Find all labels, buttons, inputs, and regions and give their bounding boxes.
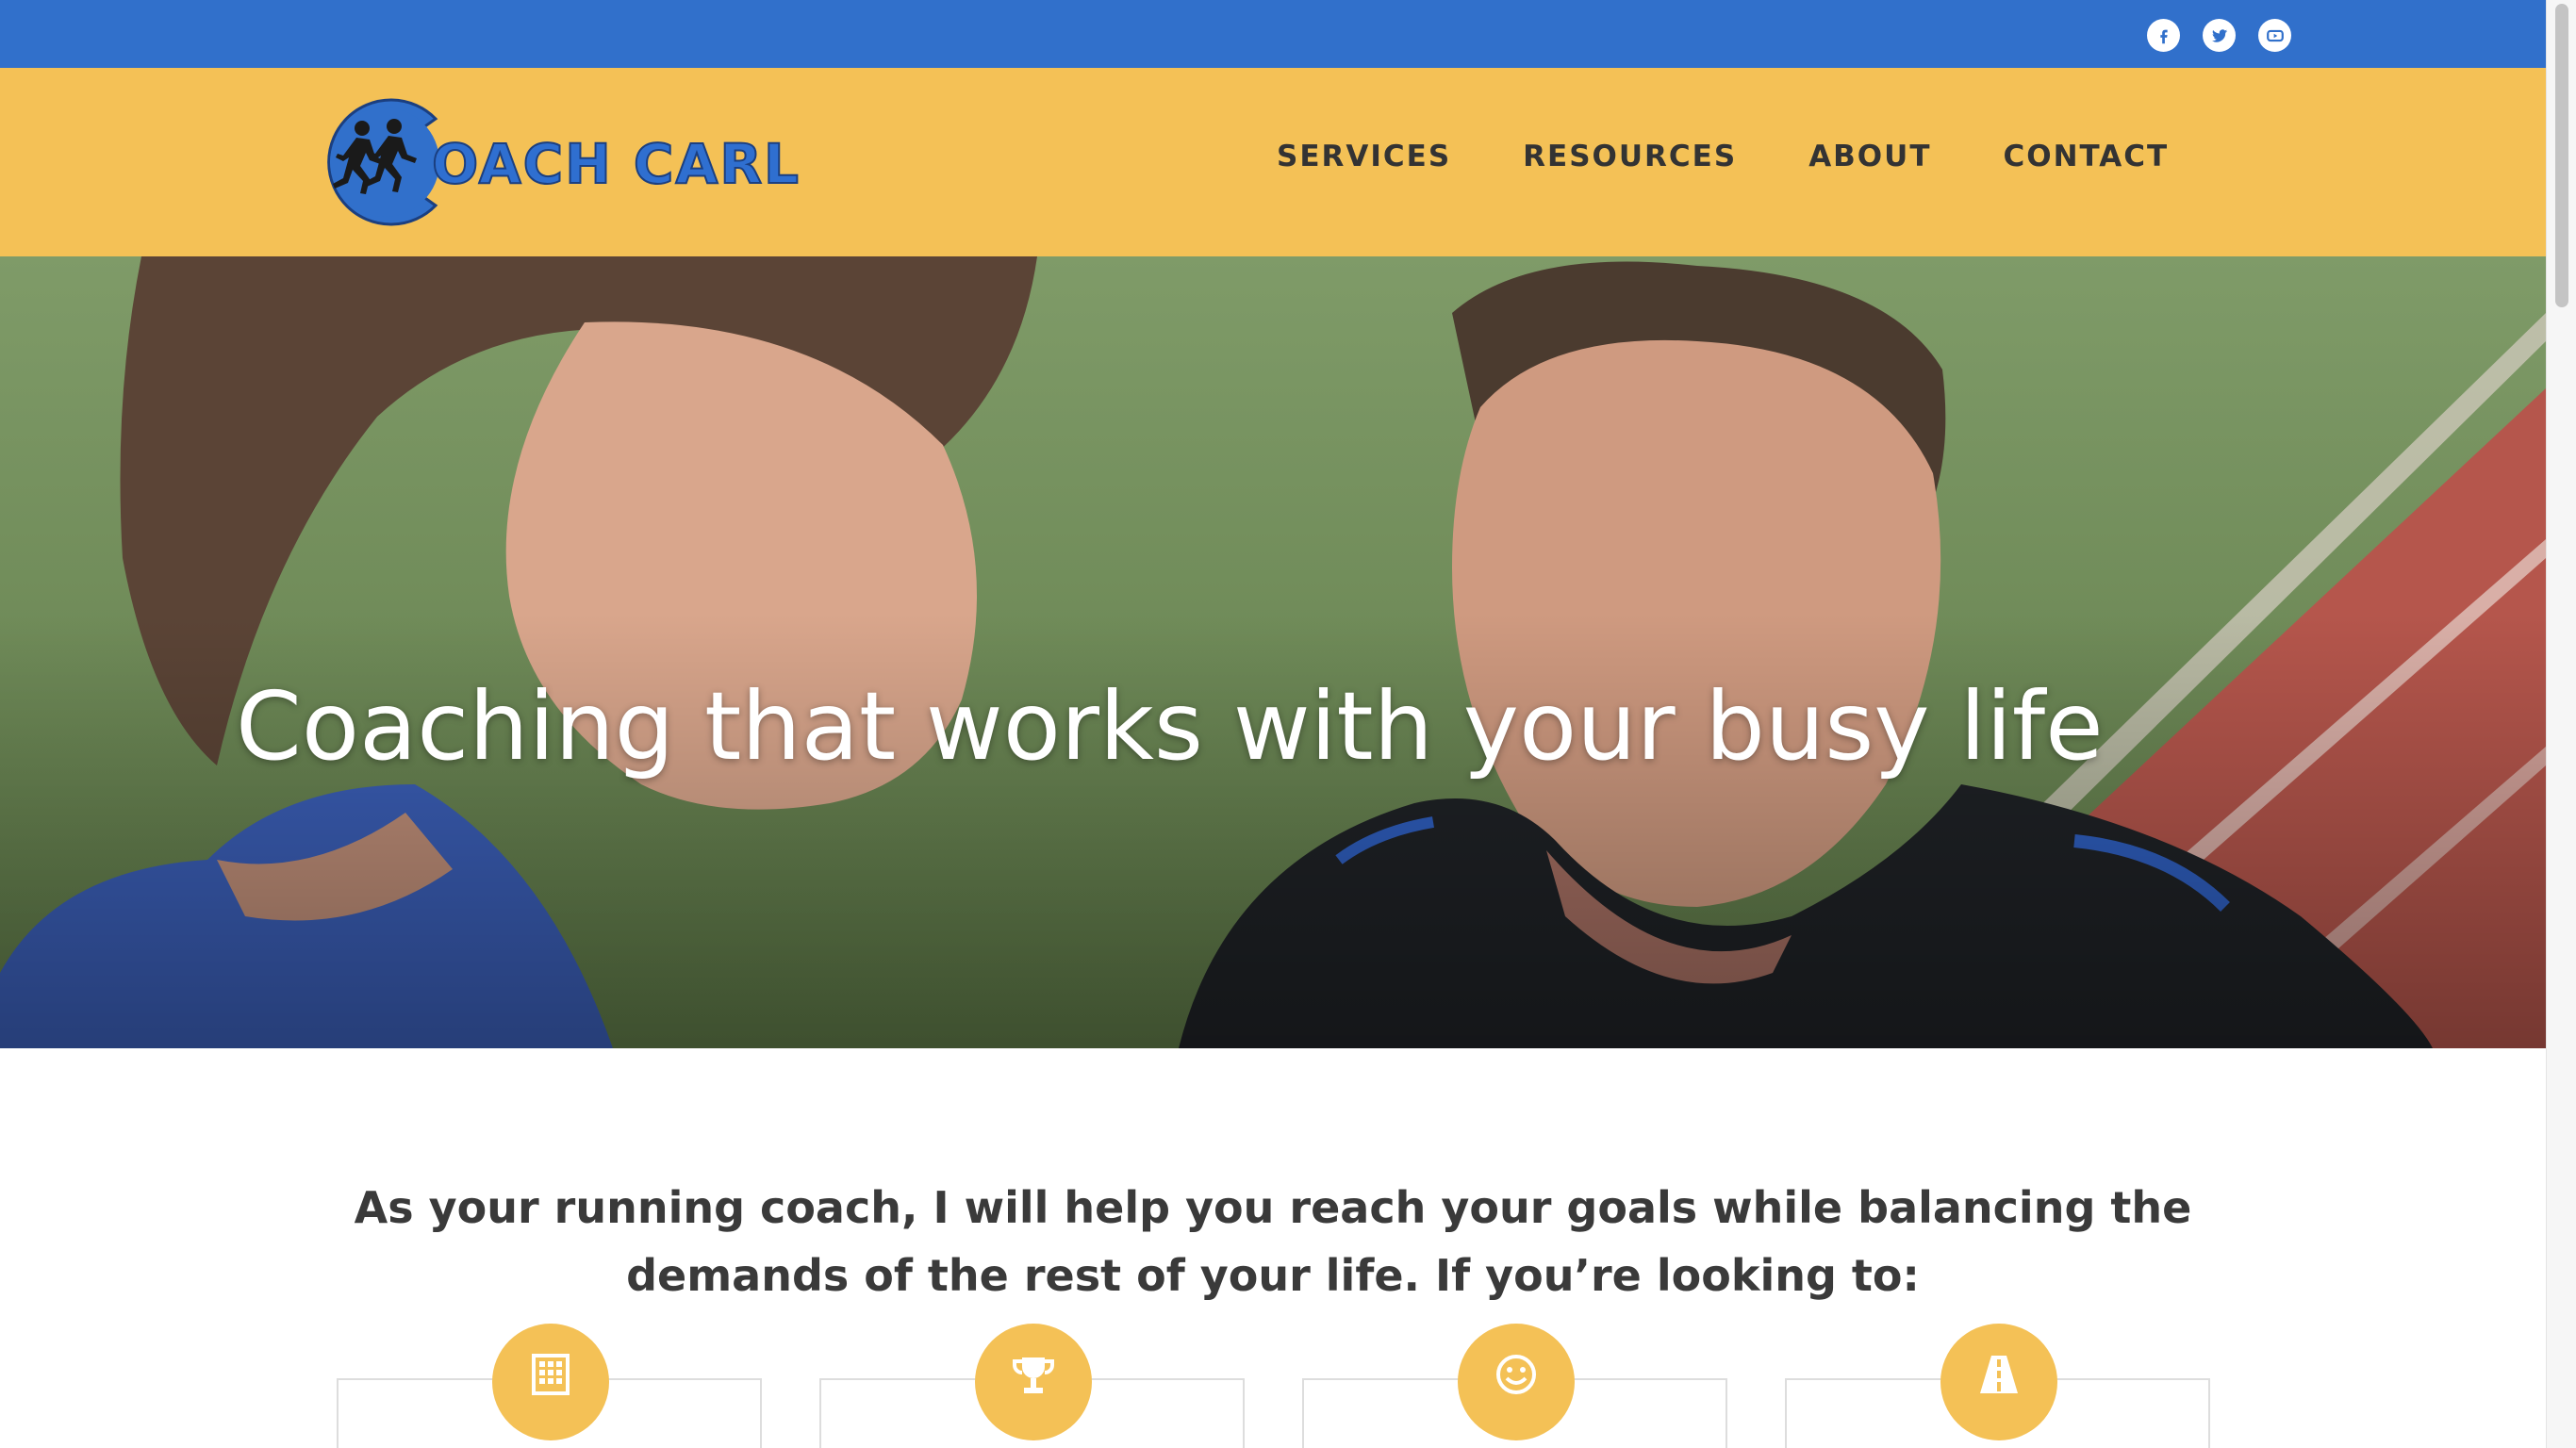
smiley-icon — [1496, 1355, 1536, 1394]
nav-services[interactable]: SERVICES — [1277, 140, 1451, 173]
feature-card[interactable] — [819, 1324, 1245, 1448]
building-icon — [532, 1354, 570, 1395]
card-badge — [492, 1324, 609, 1440]
trophy-icon — [1013, 1358, 1054, 1393]
site-header: OACH CARL SERVICES RESOURCES ABOUT CONTA… — [0, 68, 2546, 256]
logo-text: OACH CARL — [431, 131, 801, 197]
hero-banner: Coaching that works with your busy life — [0, 256, 2546, 1048]
site-logo[interactable]: OACH CARL — [315, 92, 801, 232]
youtube-icon[interactable] — [2258, 19, 2291, 52]
nav-about[interactable]: ABOUT — [1808, 140, 1931, 173]
social-links — [2147, 19, 2291, 52]
top-bar — [0, 0, 2546, 68]
main-nav: SERVICES RESOURCES ABOUT CONTACT — [1277, 140, 2169, 173]
page-scrollbar[interactable] — [2546, 0, 2576, 1448]
card-badge — [1458, 1324, 1575, 1440]
feature-card[interactable] — [1302, 1324, 1727, 1448]
hero-photo — [0, 256, 2546, 1048]
twitter-icon[interactable] — [2203, 19, 2236, 52]
feature-card[interactable] — [1785, 1324, 2210, 1448]
scrollbar-thumb[interactable] — [2555, 4, 2568, 307]
feature-cards — [337, 1324, 2210, 1448]
road-icon — [1980, 1356, 2018, 1393]
card-badge — [975, 1324, 1092, 1440]
nav-contact[interactable]: CONTACT — [2003, 140, 2169, 173]
hero-title: Coaching that works with your busy life — [236, 671, 2104, 782]
facebook-icon[interactable] — [2147, 19, 2180, 52]
card-badge — [1940, 1324, 2057, 1440]
feature-card[interactable] — [337, 1324, 762, 1448]
nav-resources[interactable]: RESOURCES — [1523, 140, 1737, 173]
intro-text: As your running coach, I will help you r… — [354, 1182, 2192, 1301]
